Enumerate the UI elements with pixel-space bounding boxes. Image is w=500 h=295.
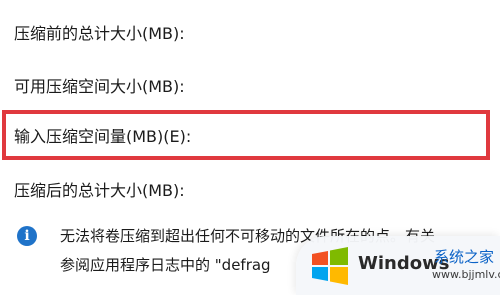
available-space-label: 可用压缩空间大小(MB): [14,77,185,96]
watermark-site-name: 系统之家 [434,248,495,266]
total-before-label: 压缩前的总计大小(MB): [14,24,185,43]
windows-logo-icon [312,247,348,285]
input-amount-label: 输入压缩空间量(MB)(E): [14,127,192,146]
info-icon: i [17,226,37,246]
total-after-label: 压缩后的总计大小(MB): [14,181,185,200]
watermark-url: www.bjjmlv.com [432,268,500,281]
info-message-line-2: 参阅应用程序日志中的 "defrag [60,256,271,274]
watermark: Windows 系统之家 www.bjjmlv.com [296,236,500,295]
